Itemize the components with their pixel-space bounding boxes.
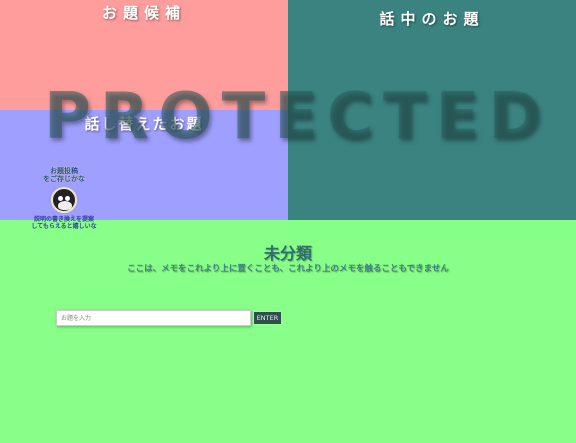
candidates-title: お題候補 (101, 4, 186, 22)
talking-title: 話中のお題 (379, 10, 485, 28)
mascot[interactable]: お題投稿 をご存じかな 説明の書き換えを提案 してもらえると嬉しいな (24, 167, 104, 230)
candidates-panel[interactable]: お題候補 (0, 0, 288, 110)
changed-title: 話し替えたお題 (84, 115, 204, 133)
talking-panel[interactable]: 話中のお題 (288, 0, 576, 220)
unsorted-title: 未分類 (263, 244, 312, 263)
enter-button[interactable]: ENTER (253, 311, 282, 325)
topic-input[interactable] (56, 310, 251, 326)
mascot-caption-top: お題投稿 をご存じかな (43, 167, 85, 183)
owl-icon[interactable] (51, 187, 77, 213)
mascot-caption-bottom: 説明の書き換えを提案 してもらえると嬉しいな (31, 216, 97, 230)
unsorted-panel[interactable]: 未分類 ここは、メモをこれより上に置くことも、これより上のメモを触ることもできま… (0, 220, 576, 443)
unsorted-note: ここは、メモをこれより上に置くことも、これより上のメモを触ることもできません (127, 264, 449, 274)
